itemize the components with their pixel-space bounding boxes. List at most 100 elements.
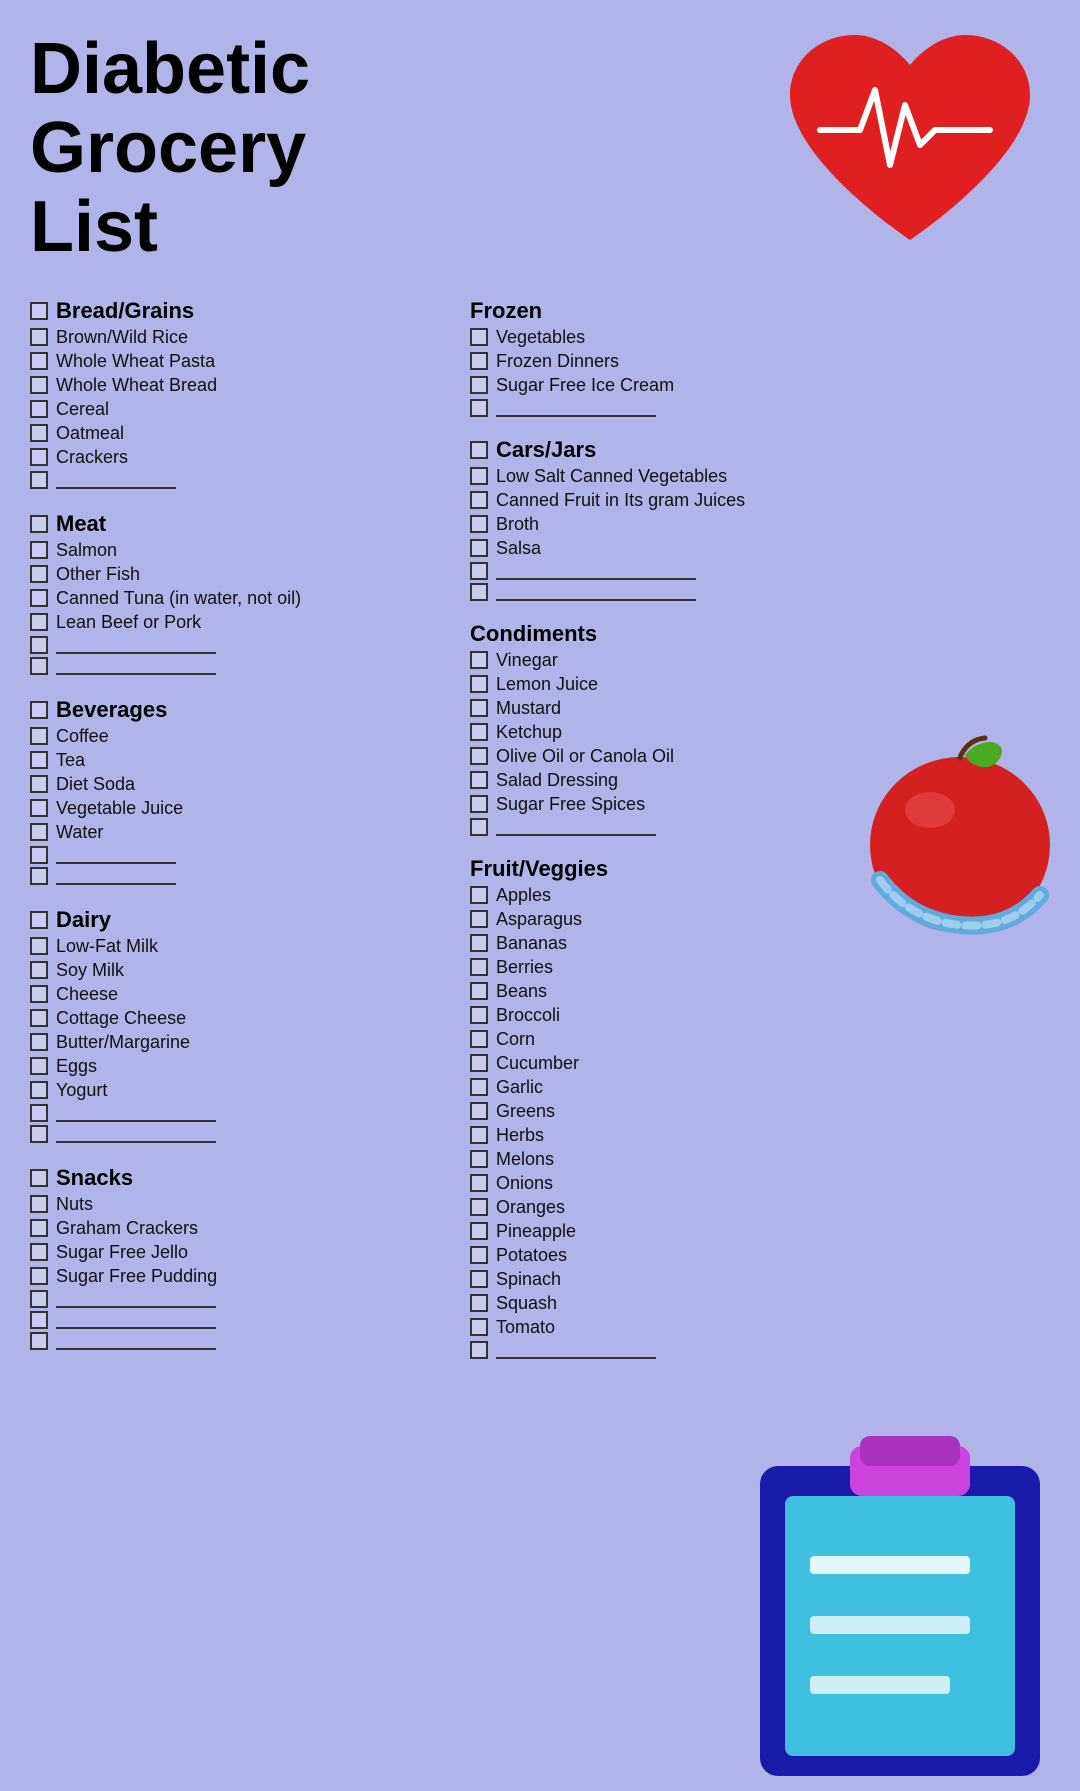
label-sugar-free-spices: Sugar Free Spices [496,794,645,815]
cb-blank-bev-2[interactable] [30,867,48,885]
cb-tea[interactable] [30,751,48,769]
cb-nuts[interactable] [30,1195,48,1213]
cb-brown-rice[interactable] [30,328,48,346]
cb-frozen-dinners[interactable] [470,352,488,370]
cb-crackers[interactable] [30,448,48,466]
cb-coffee[interactable] [30,727,48,745]
item-spinach: Spinach [470,1269,1050,1290]
cb-salad-dressing[interactable] [470,771,488,789]
cb-other-fish[interactable] [30,565,48,583]
cb-squash[interactable] [470,1294,488,1312]
cb-pineapple[interactable] [470,1222,488,1240]
cb-ketchup[interactable] [470,723,488,741]
cb-sugar-free-ice-cream[interactable] [470,376,488,394]
cb-olive-oil[interactable] [470,747,488,765]
item-lemon-juice: Lemon Juice [470,674,1050,695]
label-vinegar: Vinegar [496,650,558,671]
cb-blank-dairy-1[interactable] [30,1104,48,1122]
label-crackers: Crackers [56,447,128,468]
checkbox-beverages[interactable] [30,701,48,719]
cb-herbs[interactable] [470,1126,488,1144]
cb-beans[interactable] [470,982,488,1000]
cb-blank-snacks-1[interactable] [30,1290,48,1308]
cb-lowfat-milk[interactable] [30,937,48,955]
cb-blank-cj-2[interactable] [470,583,488,601]
cb-canned-fruit[interactable] [470,491,488,509]
cb-blank-cond-1[interactable] [470,818,488,836]
cb-blank-snacks-3[interactable] [30,1332,48,1350]
cb-broth[interactable] [470,515,488,533]
cb-vinegar[interactable] [470,651,488,669]
cb-blank-dairy-2[interactable] [30,1125,48,1143]
cb-soy-milk[interactable] [30,961,48,979]
beverages-header: Beverages [30,697,450,723]
label-berries: Berries [496,957,553,978]
cb-blank-snacks-2[interactable] [30,1311,48,1329]
blank-bev-1 [30,846,450,864]
item-whole-wheat-bread: Whole Wheat Bread [30,375,450,396]
cb-mustard[interactable] [470,699,488,717]
cb-broccoli[interactable] [470,1006,488,1024]
cb-graham-crackers[interactable] [30,1219,48,1237]
item-other-fish: Other Fish [30,564,450,585]
cb-butter[interactable] [30,1033,48,1051]
cb-vegetable-juice[interactable] [30,799,48,817]
bread-grains-header: Bread/Grains [30,298,450,324]
cb-melons[interactable] [470,1150,488,1168]
cb-vegetables[interactable] [470,328,488,346]
cb-lemon-juice[interactable] [470,675,488,693]
cb-blank-frozen-1[interactable] [470,399,488,417]
cb-eggs[interactable] [30,1057,48,1075]
checkbox-dairy[interactable] [30,911,48,929]
cb-berries[interactable] [470,958,488,976]
item-nuts: Nuts [30,1194,450,1215]
cb-low-salt-canned-veg[interactable] [470,467,488,485]
cb-asparagus[interactable] [470,910,488,928]
item-canned-fruit: Canned Fruit in Its gram Juices [470,490,1050,511]
label-salad-dressing: Salad Dressing [496,770,618,791]
cb-whole-wheat-bread[interactable] [30,376,48,394]
cb-salsa[interactable] [470,539,488,557]
cb-blank-bev-1[interactable] [30,846,48,864]
cb-blank-cj-1[interactable] [470,562,488,580]
cb-onions[interactable] [470,1174,488,1192]
cb-greens[interactable] [470,1102,488,1120]
section-dairy: Dairy Low-Fat Milk Soy Milk Cheese Cotta… [30,907,450,1143]
cb-apples[interactable] [470,886,488,904]
cb-blank-meat-1[interactable] [30,636,48,654]
cb-cucumber[interactable] [470,1054,488,1072]
heart-icon [770,20,1050,260]
cb-water[interactable] [30,823,48,841]
checkbox-cars-jars[interactable] [470,441,488,459]
cb-blank-bread-1[interactable] [30,471,48,489]
cb-whole-wheat-pasta[interactable] [30,352,48,370]
cb-sugar-free-pudding[interactable] [30,1267,48,1285]
cb-sugar-free-spices[interactable] [470,795,488,813]
cb-bananas[interactable] [470,934,488,952]
cb-sugar-free-jello[interactable] [30,1243,48,1261]
cb-diet-soda[interactable] [30,775,48,793]
cb-cottage-cheese[interactable] [30,1009,48,1027]
cb-lean-beef[interactable] [30,613,48,631]
cb-spinach[interactable] [470,1270,488,1288]
dairy-title: Dairy [56,907,111,933]
cb-tomato[interactable] [470,1318,488,1336]
cb-garlic[interactable] [470,1078,488,1096]
cb-oranges[interactable] [470,1198,488,1216]
cb-cheese[interactable] [30,985,48,1003]
cb-oatmeal[interactable] [30,424,48,442]
label-frozen-dinners: Frozen Dinners [496,351,619,372]
cb-cereal[interactable] [30,400,48,418]
cb-blank-meat-2[interactable] [30,657,48,675]
checkbox-bread-grains[interactable] [30,302,48,320]
cb-potatoes[interactable] [470,1246,488,1264]
item-garlic: Garlic [470,1077,1050,1098]
checkbox-snacks[interactable] [30,1169,48,1187]
cb-yogurt[interactable] [30,1081,48,1099]
cb-blank-fv-1[interactable] [470,1341,488,1359]
cb-canned-tuna[interactable] [30,589,48,607]
checkbox-meat[interactable] [30,515,48,533]
label-cheese: Cheese [56,984,118,1005]
cb-corn[interactable] [470,1030,488,1048]
cb-salmon[interactable] [30,541,48,559]
